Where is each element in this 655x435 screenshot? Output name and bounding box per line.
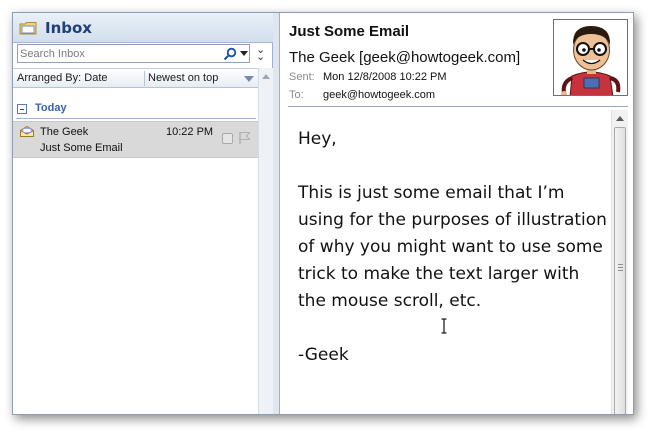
email-body: Hey, This is just some email that I’m us… [298, 126, 608, 369]
email-sender[interactable]: The Geek [geek@howtogeek.com] [289, 49, 520, 66]
column-separator [144, 71, 145, 86]
arranged-by-button[interactable]: Arranged By: Date [17, 72, 108, 84]
expand-chevrons-icon[interactable]: ⌄ ⌄ [256, 45, 268, 63]
message-sender: The Geek [40, 126, 89, 138]
reading-pane-scrollbar[interactable] [611, 110, 628, 414]
collapse-icon[interactable] [17, 104, 27, 114]
search-input[interactable] [20, 46, 215, 61]
message-list-pane: Inbox ⌄⌄ Arranged By: Date Newest on top… [13, 13, 273, 414]
message-subject: Just Some Email [40, 142, 123, 154]
inbox-header: Inbox [13, 13, 273, 43]
search-icon[interactable] [223, 47, 237, 61]
scroll-up-icon[interactable] [262, 74, 270, 79]
message-list-scrollbar[interactable] [258, 68, 273, 414]
category-checkbox[interactable] [222, 133, 233, 144]
avatar-geek-icon [554, 20, 627, 95]
email-paragraph: This is just some email that I’m using f… [298, 183, 607, 311]
scroll-up-icon[interactable] [616, 116, 624, 121]
to-label: To: [289, 89, 304, 101]
sent-label: Sent: [289, 71, 315, 83]
message-row[interactable]: The Geek 10:22 PM Just Some Email [13, 121, 258, 158]
search-options-dropdown-icon[interactable] [240, 51, 248, 56]
sender-avatar[interactable] [553, 19, 628, 96]
to-value[interactable]: geek@howtogeek.com [323, 89, 435, 101]
arrange-bar: Arranged By: Date Newest on top [13, 68, 258, 88]
email-subject: Just Some Email [289, 23, 410, 40]
message-time: 10:22 PM [166, 126, 214, 138]
flag-icon[interactable] [238, 131, 251, 145]
group-label: Today [35, 102, 67, 114]
email-signature: -Geek [298, 345, 349, 365]
scrollbar-grip-icon [618, 264, 623, 271]
scrollbar-thumb[interactable] [614, 127, 626, 414]
inbox-title: Inbox [45, 19, 92, 37]
inbox-folder-icon [19, 22, 37, 35]
text-cursor-icon [441, 318, 447, 334]
email-greeting: Hey, [298, 129, 337, 149]
sort-order-button[interactable]: Newest on top [148, 72, 218, 84]
header-divider [288, 106, 628, 107]
envelope-open-icon [20, 126, 34, 137]
outlook-window: Inbox ⌄⌄ Arranged By: Date Newest on top… [12, 12, 634, 415]
sent-value: Mon 12/8/2008 10:22 PM [323, 71, 447, 83]
sort-dropdown-icon[interactable] [244, 76, 254, 82]
reading-pane: Just Some Email The Geek [geek@howtogeek… [279, 13, 633, 414]
group-divider [16, 118, 256, 119]
search-box[interactable] [17, 44, 250, 63]
group-header-today[interactable]: Today [16, 101, 256, 117]
